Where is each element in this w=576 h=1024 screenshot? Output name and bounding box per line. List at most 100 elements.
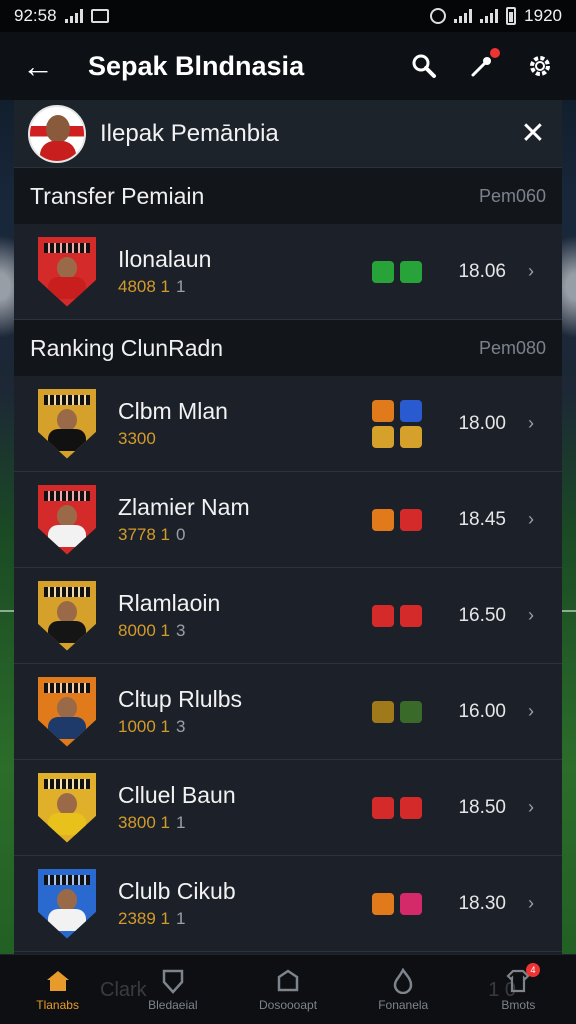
club-rank: 1 [176, 277, 186, 296]
club-name: Clluel Baun [118, 782, 236, 808]
club-name: Clulb Cikub [118, 878, 236, 904]
club-points: 4808 1 [118, 277, 170, 296]
club-row[interactable]: Clluel Baun 3800 1 1 18.50 › [14, 760, 562, 856]
nav-label: Dosoooapt [258, 997, 318, 1012]
chevron-right-icon[interactable]: › [522, 893, 540, 914]
chevron-right-icon[interactable]: › [522, 509, 540, 530]
cell-signal-icon [480, 9, 499, 23]
badge-group [372, 892, 422, 915]
match-time: 18.00 [458, 412, 506, 434]
shield-icon [160, 968, 186, 994]
club-name: Cltup Rlulbs [118, 686, 242, 712]
chevron-right-icon[interactable]: › [522, 797, 540, 818]
badge-icon [372, 399, 394, 422]
status-bar: 92:58 1920 [0, 0, 576, 32]
chevron-right-icon[interactable]: › [522, 605, 540, 626]
chevron-right-icon[interactable]: › [522, 413, 540, 434]
badge-icon [372, 425, 394, 448]
match-time: 18.50 [458, 796, 506, 818]
chevron-right-icon[interactable]: › [522, 701, 540, 722]
club-crest-icon [38, 484, 96, 555]
club-points: 2389 1 [118, 909, 170, 928]
club-info: Clluel Baun 3800 1 1 [118, 782, 236, 833]
gear-icon[interactable] [526, 52, 554, 80]
nav-squad[interactable]: 4 Bmots [461, 955, 576, 1024]
app-title: Sepak Blndnasia [88, 50, 305, 81]
club-rank: 3 [176, 717, 186, 736]
section-meta: Pem080 [478, 337, 546, 358]
club-crest-icon [38, 868, 96, 939]
trophy-icon [275, 968, 301, 994]
club-row[interactable]: Clbm Mlan 3300 18.00 › [14, 376, 562, 472]
club-row[interactable]: Clulb Cikub 2389 1 1 18.30 › [14, 856, 562, 952]
club-rank: 0 [176, 525, 186, 544]
chevron-right-icon[interactable]: › [522, 261, 540, 282]
badge-icon [372, 892, 394, 915]
club-info: Ilonalaun 4808 1 1 [118, 246, 211, 297]
status-clock: 1920 [524, 6, 562, 25]
match-time: 18.30 [458, 892, 506, 914]
badge-icon [372, 796, 394, 819]
club-rank: 1 [176, 813, 186, 832]
club-name: Rlamlaoin [118, 590, 221, 616]
club-points: 3778 1 [118, 525, 170, 544]
match-time: 18.45 [458, 508, 506, 530]
avatar[interactable] [28, 104, 86, 163]
club-stats: 8000 1 3 [118, 621, 220, 641]
club-stats: 4808 1 1 [118, 277, 211, 297]
club-stats: 3778 1 0 [118, 525, 250, 545]
club-points: 3300 [118, 429, 156, 448]
fire-icon [390, 967, 416, 994]
club-crest-icon [38, 388, 96, 459]
club-info: Rlamlaoin 8000 1 3 [118, 590, 220, 641]
search-icon[interactable] [410, 52, 438, 80]
club-stats: 1000 1 3 [118, 717, 242, 737]
section-title: Transfer Pemiain [30, 182, 205, 209]
app-bar: ← Sepak Blndnasia [0, 32, 576, 100]
badge-icon [372, 260, 394, 283]
notification-icon [90, 9, 109, 23]
close-icon[interactable]: ✕ [518, 116, 548, 151]
nav-label: Tlanabs [36, 997, 79, 1012]
profile-name: Ilepak Pemānbia [100, 119, 279, 147]
badge-group [372, 796, 422, 819]
club-stats: 2389 1 1 [118, 909, 236, 929]
nav-league[interactable]: Dosoooapt [230, 955, 345, 1024]
nav-home[interactable]: Tlanabs [0, 955, 115, 1024]
club-info: Clulb Cikub 2389 1 1 [118, 878, 236, 929]
club-info: Cltup Rlulbs 1000 1 3 [118, 686, 242, 737]
badge-group [372, 604, 422, 627]
badge-icon [400, 508, 422, 531]
nav-club[interactable]: Bledaeial [115, 955, 230, 1024]
badge-group [372, 508, 422, 531]
alarm-icon [430, 8, 447, 24]
bottom-nav: Clark 1 0 Tlanabs Bledaeial Dosoooapt Fo… [0, 954, 576, 1024]
club-crest-icon [38, 580, 96, 651]
nav-hot[interactable]: Fonanela [346, 955, 461, 1024]
section-header: Ranking ClunRadn Pem080 [14, 320, 562, 376]
club-crest-icon [38, 236, 96, 307]
status-time: 92:58 [14, 6, 57, 25]
club-name: Clbm Mlan [118, 398, 228, 424]
badge-group [372, 700, 422, 723]
badge-icon [400, 425, 422, 448]
club-row[interactable]: Rlamlaoin 8000 1 3 16.50 › [14, 568, 562, 664]
battery-icon [506, 7, 517, 25]
club-info: Clbm Mlan 3300 [118, 398, 228, 449]
club-rank: 3 [176, 621, 186, 640]
club-stats: 3800 1 1 [118, 813, 236, 833]
back-arrow-icon[interactable]: ← [22, 48, 62, 85]
nav-label: Fonanela [378, 997, 429, 1012]
section-header: Transfer Pemiain Pem060 [14, 168, 562, 224]
whistle-icon[interactable] [468, 48, 500, 80]
match-time: 16.00 [458, 700, 506, 722]
club-row[interactable]: Ilonalaun 4808 1 1 18.06 › [14, 224, 562, 320]
club-crest-icon [38, 676, 96, 747]
badge-icon [400, 796, 422, 819]
club-row[interactable]: Zlamier Nam 3778 1 0 18.45 › [14, 472, 562, 568]
club-points: 1000 1 [118, 717, 170, 736]
club-points: 8000 1 [118, 621, 170, 640]
club-row[interactable]: Cltup Rlulbs 1000 1 3 16.00 › [14, 664, 562, 760]
badge-icon [372, 508, 394, 531]
badge-icon [400, 700, 422, 723]
